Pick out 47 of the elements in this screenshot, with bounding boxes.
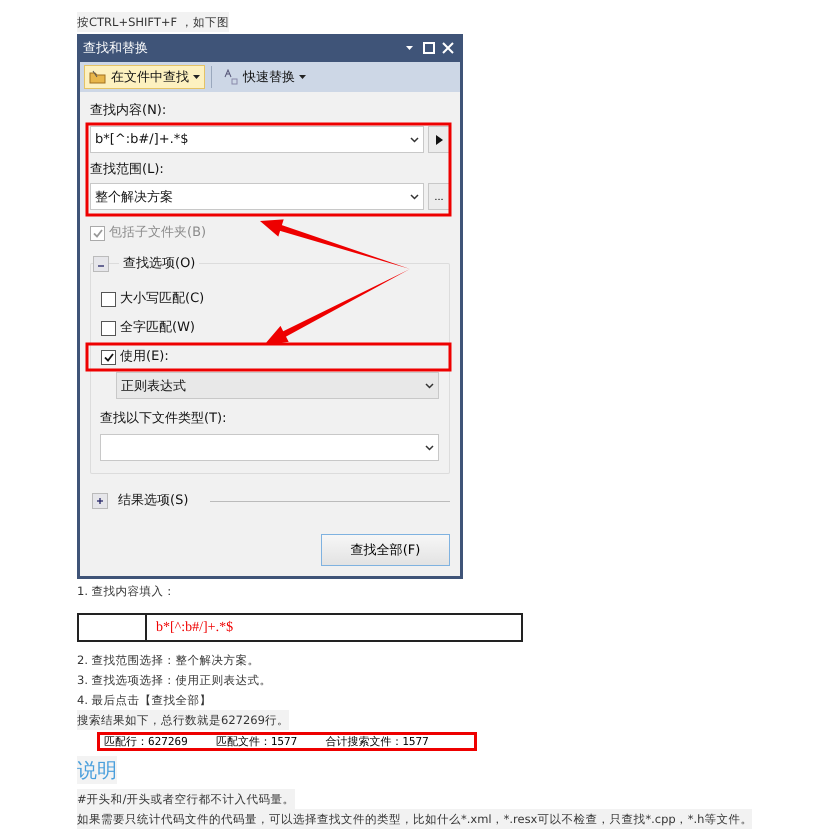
- replace-icon: [223, 69, 239, 85]
- expand-button[interactable]: [92, 493, 108, 509]
- note-text: #开头和/开头或者空行都不计入代码量。: [77, 789, 295, 809]
- step-text: 2. 查找范围选择：整个解决方案。: [77, 652, 261, 669]
- window-controls-icon: [404, 41, 456, 55]
- field-label: 查找以下文件类型(T):: [100, 410, 228, 428]
- step-text: 1. 查找内容填入：: [77, 583, 176, 600]
- find-all-button[interactable]: 查找全部(F): [321, 534, 450, 566]
- file-type-field[interactable]: [100, 434, 439, 461]
- result-stat: 匹配文件：1577: [216, 734, 298, 749]
- result-text: 搜索结果如下，总行数就是627269行。: [77, 710, 289, 730]
- collapse-button[interactable]: [93, 256, 109, 272]
- checkbox-label: 包括子文件夹(B): [109, 224, 206, 242]
- caret-icon: [299, 75, 306, 79]
- browse-button[interactable]: ...: [428, 183, 450, 210]
- field-label: 查找范围(L):: [90, 161, 165, 179]
- checkbox-label: 大小写匹配(C): [120, 290, 204, 308]
- section-heading: 说明: [77, 756, 117, 784]
- chevron-down-icon: [425, 382, 434, 388]
- step-text: 4. 最后点击【查找全部】: [77, 692, 213, 709]
- chevron-down-icon: [425, 444, 434, 450]
- play-icon: [436, 134, 442, 144]
- note-text: 如果需要只统计代码文件的代码量，可以选择查找文件的类型，比如什么*.xml，*.resx可以不检查，只查找*.cpp，*.h等文件。: [77, 809, 752, 829]
- checkbox-label: 全字匹配(W): [120, 319, 195, 337]
- intro-text: 按CTRL+SHIFT+F ，如下图: [77, 12, 229, 32]
- step-text: 3. 查找选项选择：使用正则表达式。: [77, 672, 272, 689]
- result-stat: 匹配行：627269: [104, 734, 188, 749]
- toolbar-tab[interactable]: 快速替换: [218, 65, 311, 89]
- result-stat: 合计搜索文件：1577: [325, 734, 429, 749]
- checkbox[interactable]: [101, 320, 116, 336]
- folder-icon: [89, 70, 107, 84]
- plus-icon: [96, 497, 104, 505]
- code-text: b*[^:b#/]+.*$: [155, 618, 234, 636]
- chevron-down-icon: [410, 194, 419, 200]
- window-title: 查找和替换: [83, 40, 148, 57]
- expression-builder-button[interactable]: [428, 126, 450, 153]
- checkbox[interactable]: [101, 292, 116, 306]
- caret-icon: [193, 75, 200, 79]
- toolbar-tab[interactable]: 在文件中查找: [84, 65, 205, 89]
- checkbox-label: 使用(E):: [120, 348, 169, 366]
- scope-field[interactable]: 整个解决方案: [90, 183, 424, 210]
- field-label: 查找内容(N):: [90, 102, 168, 120]
- chevron-down-icon: [410, 136, 419, 142]
- group-title: 结果选项(S): [118, 492, 188, 510]
- checkbox[interactable]: [101, 350, 116, 364]
- find-field[interactable]: b*[^:b#/]+.*$: [90, 126, 424, 153]
- regex-select[interactable]: 正则表达式: [116, 372, 439, 399]
